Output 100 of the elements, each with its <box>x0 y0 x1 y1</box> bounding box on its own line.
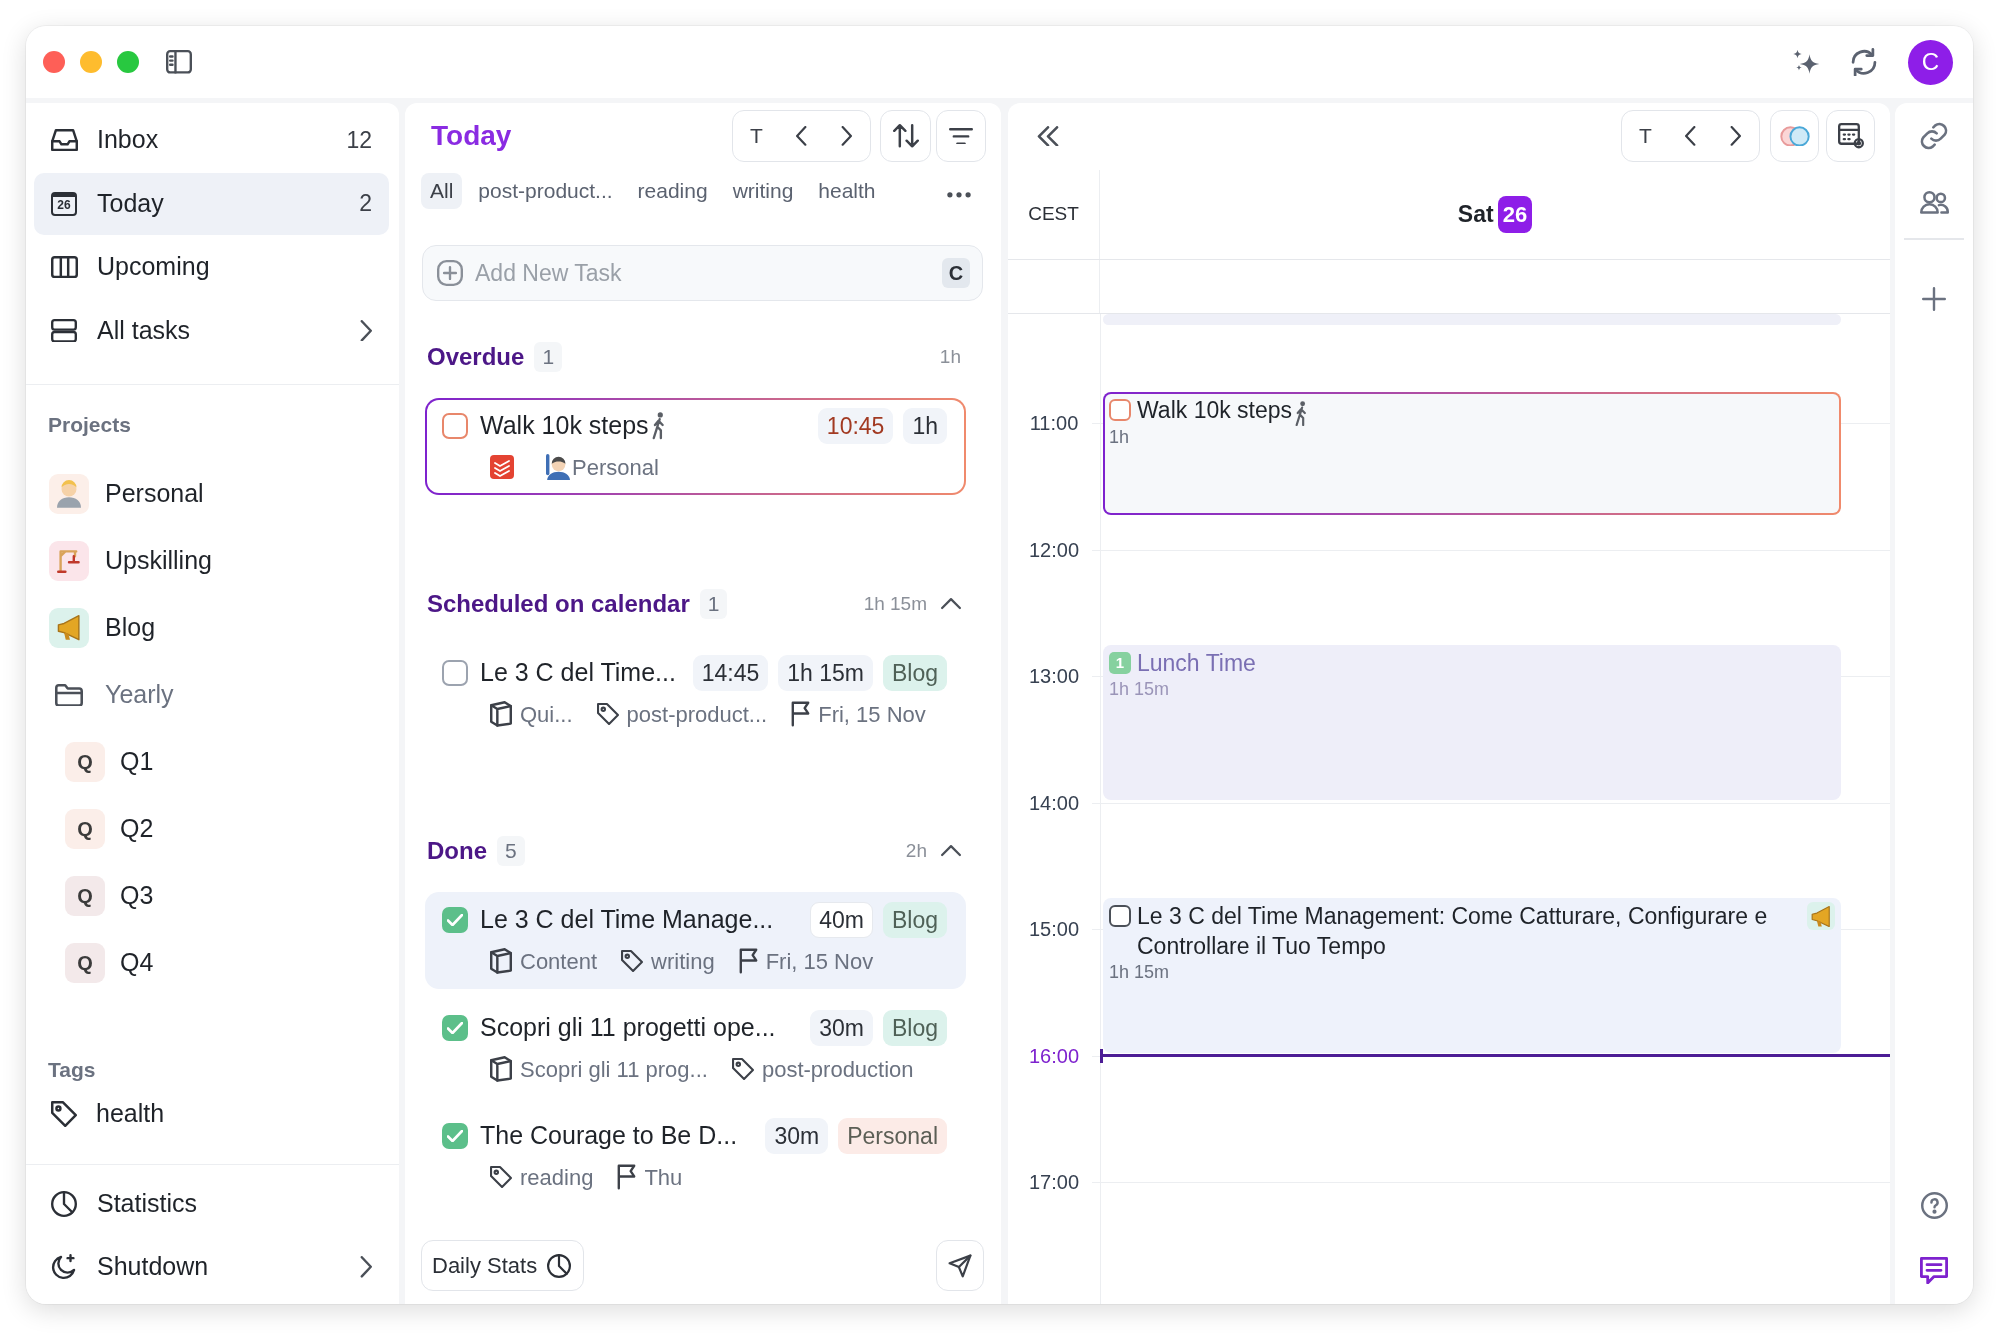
plus-icon[interactable] <box>437 260 463 286</box>
checkbox[interactable] <box>1109 905 1131 928</box>
calendar-event[interactable]: Walk 10k steps 1h <box>1103 392 1841 515</box>
inbox-icon <box>50 128 78 152</box>
section-title: Done <box>427 836 487 866</box>
checkbox[interactable] <box>442 907 468 933</box>
avatar-button[interactable]: C <box>1908 39 1953 85</box>
nav-item[interactable]: Shutdown <box>34 1236 389 1298</box>
nav-item[interactable]: 26 Today 2 <box>34 172 389 235</box>
people-icon[interactable] <box>1919 191 1949 214</box>
tag-icon <box>51 1101 77 1127</box>
pie-chart-icon <box>51 1191 77 1217</box>
checkmark-icon <box>447 1021 463 1035</box>
filter-chip[interactable]: All <box>421 173 463 209</box>
link-icon[interactable] <box>1920 122 1948 150</box>
nav-item[interactable]: Inbox 12 <box>34 109 389 171</box>
more-icon[interactable] <box>947 192 971 198</box>
task-item[interactable]: Scopri gli 11 progetti ope... 30m Blog Scopri gli 11 prog... post-production <box>425 1000 966 1097</box>
task-item[interactable]: Le 3 C del Time... 14:45 1h 15m Blog Qui... post-product... Fri, 15 Nov <box>425 645 966 742</box>
hour-label: 12:00 <box>1027 537 1081 563</box>
duration-pill: 40m <box>810 902 873 938</box>
tag-icon <box>731 1058 754 1080</box>
nav-item[interactable]: All tasks <box>34 299 389 362</box>
day-label: Sat <box>1457 200 1494 230</box>
timezone-label: CEST <box>1028 202 1079 227</box>
flag-icon <box>791 701 811 727</box>
project-item[interactable]: Q Q3 <box>42 862 399 930</box>
sort-button[interactable] <box>880 110 931 162</box>
letter-tile: Q <box>65 742 105 782</box>
nav-item[interactable]: Upcoming <box>34 236 389 298</box>
due-date: Fri, 15 Nov <box>818 700 926 729</box>
task-title: Le 3 C del Time Manage... <box>480 904 774 936</box>
section-title: Overdue <box>427 342 525 372</box>
checkbox[interactable] <box>442 660 468 686</box>
tag-icon <box>621 950 644 972</box>
project-item[interactable]: Blog <box>26 594 399 662</box>
checkbox[interactable] <box>442 1015 468 1041</box>
tag-item[interactable]: health <box>26 1089 399 1139</box>
project-item[interactable]: Q Q1 <box>42 728 399 796</box>
task-item[interactable]: The Courage to Be D... 30m Personal reading Thu <box>425 1108 966 1205</box>
sync-icon[interactable] <box>1851 47 1877 77</box>
checkbox[interactable] <box>1109 399 1131 422</box>
sidebar-toggle-icon[interactable] <box>166 50 192 74</box>
project-tag: Blog <box>882 902 947 938</box>
double-chevron-left-icon[interactable] <box>1037 125 1059 147</box>
tag-label: post-product... <box>626 700 768 729</box>
chevron-right-icon[interactable] <box>360 1256 372 1278</box>
sparkle-icon[interactable] <box>1793 49 1820 75</box>
project-tag: Blog <box>882 1010 947 1046</box>
hour-label: 15:00 <box>1027 917 1081 942</box>
sort-icon <box>892 124 919 148</box>
moon-icon <box>51 1254 77 1280</box>
project-item[interactable]: Personal <box>26 460 399 528</box>
tag-icon <box>490 1166 512 1188</box>
note-label: Qui... <box>520 700 573 729</box>
due-date: Fri, 15 Nov <box>765 947 874 976</box>
section-title: Scheduled on calendar <box>427 589 690 619</box>
send-button[interactable] <box>936 1240 984 1291</box>
chevron-up-icon[interactable] <box>941 598 961 610</box>
letter-tile: Q <box>65 876 105 916</box>
filter-button[interactable] <box>936 110 986 162</box>
duration-pill: 30m <box>810 1010 873 1046</box>
filter-chip[interactable]: health <box>809 173 885 209</box>
tag-icon <box>596 703 619 725</box>
chevron-right-icon <box>841 126 852 146</box>
calendar-settings-button[interactable] <box>1826 110 1875 162</box>
filter-chip[interactable]: writing <box>723 173 803 209</box>
filter-chip[interactable]: post-product... <box>469 173 622 209</box>
daily-stats-button[interactable]: Daily Stats <box>421 1240 585 1291</box>
plus-icon[interactable] <box>1922 286 1946 311</box>
filter-chip[interactable]: reading <box>628 173 717 209</box>
checkbox[interactable] <box>442 413 468 439</box>
help-icon[interactable] <box>1920 1191 1948 1219</box>
task-title: The Courage to Be D... <box>480 1120 738 1152</box>
close-icon[interactable] <box>43 51 65 73</box>
task-title: Scopri gli 11 progetti ope... <box>480 1012 776 1044</box>
count-chip: 1 <box>699 589 728 619</box>
task-item[interactable]: Le 3 C del Time Manage... 40m Blog Content writing Fri, 15 Nov <box>425 892 966 989</box>
chat-icon[interactable] <box>1920 1256 1948 1284</box>
section-total: 1h 15m <box>863 591 927 616</box>
project-item[interactable]: Q Q4 <box>42 929 399 997</box>
checkbox[interactable] <box>442 1123 468 1149</box>
columns-icon <box>50 255 78 279</box>
event-title: Walk 10k steps <box>1137 396 1293 426</box>
event-duration: 1h <box>1109 426 1131 449</box>
chevron-right-icon[interactable] <box>360 319 372 342</box>
chevron-up-icon[interactable] <box>941 845 961 857</box>
duration-pill: 30m <box>765 1118 829 1154</box>
folder-item[interactable]: Yearly <box>26 661 399 729</box>
project-item[interactable]: Q Q2 <box>42 795 399 863</box>
calendars-button[interactable] <box>1770 110 1819 162</box>
folder-icon <box>55 683 83 707</box>
chevron-right-icon <box>1730 126 1741 146</box>
calendar-event[interactable]: 1 Lunch Time 1h 15m <box>1103 645 1841 800</box>
filter-icon <box>949 127 973 145</box>
section-total: 2h <box>905 838 927 863</box>
nav-item[interactable]: Statistics <box>34 1173 389 1235</box>
task-item[interactable]: Walk 10k steps 10:45 1h Personal <box>425 398 966 495</box>
overlapping-circles-icon <box>1779 125 1810 147</box>
project-item[interactable]: Upskilling <box>26 527 399 595</box>
